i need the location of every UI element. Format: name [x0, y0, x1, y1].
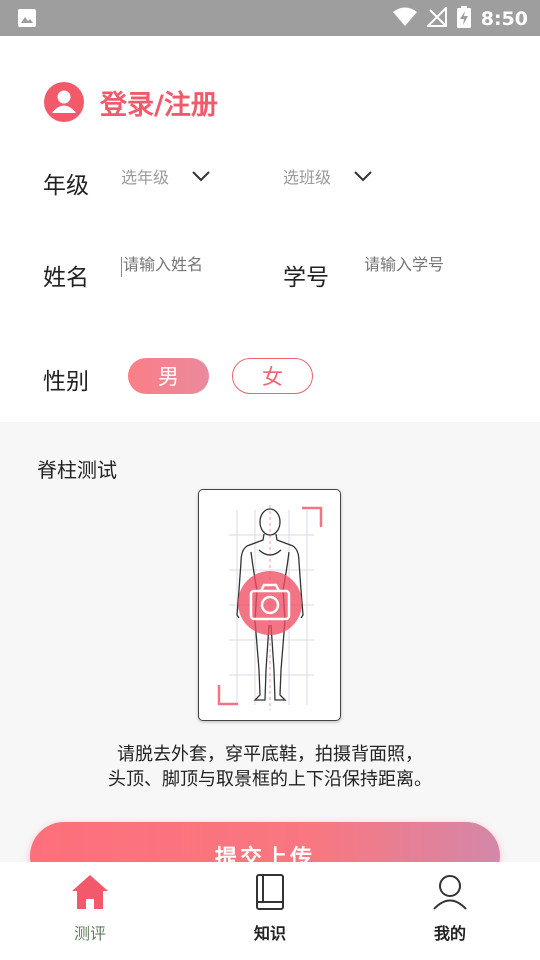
gender-label: 性别 [43, 369, 89, 395]
instructions-line-1: 请脱去外套，穿平底鞋，拍摄背面照， [117, 744, 423, 765]
back-posture-illustration [217, 505, 323, 710]
instructions-line-2: 头顶、脚顶与取景框的上下沿保持距离。 [108, 769, 432, 790]
name-label: 姓名 [43, 265, 89, 291]
app-screen: 8:50 登录/注册 年级 选年级 选班级 姓名 学号 性别 男 女 脊柱测 [0, 0, 540, 960]
nav-label-assessment: 测评 [73, 924, 106, 943]
bottom-nav: 测评 知识 我的 [0, 862, 540, 960]
home-icon [71, 874, 109, 914]
student-id-label: 学号 [283, 265, 329, 291]
avatar-icon [44, 82, 84, 122]
photo-instructions: 请脱去外套，穿平底鞋，拍摄背面照， 头顶、脚顶与取景框的上下沿保持距离。 [0, 742, 540, 792]
spine-test-section: 脊柱测试 请脱去外套，穿平底鞋，拍摄背面照， 头顶、脚顶与取景框的上下沿保持距离… [0, 422, 540, 890]
class-select[interactable]: 选班级 [283, 164, 373, 188]
text-cursor [121, 257, 122, 277]
name-input[interactable] [123, 255, 263, 274]
nav-item-assessment[interactable]: 测评 [0, 862, 180, 960]
grade-select[interactable]: 选年级 [121, 164, 211, 188]
login-register-link[interactable]: 登录/注册 [44, 82, 218, 122]
nav-item-mine[interactable]: 我的 [360, 862, 540, 960]
no-signal-icon [425, 5, 447, 31]
status-bar: 8:50 [0, 0, 540, 36]
nav-item-knowledge[interactable]: 知识 [180, 862, 360, 960]
status-time: 8:50 [480, 8, 528, 30]
gender-female-option[interactable]: 女 [232, 358, 313, 394]
grade-label: 年级 [43, 173, 89, 199]
login-register-text: 登录/注册 [100, 89, 218, 121]
book-icon [255, 874, 285, 914]
photo-capture-frame[interactable] [198, 489, 341, 721]
chevron-down-icon [191, 167, 211, 186]
grade-select-text: 选年级 [121, 168, 170, 187]
chevron-down-icon [353, 167, 373, 186]
nav-label-mine: 我的 [433, 924, 466, 943]
class-select-text: 选班级 [283, 168, 332, 187]
battery-charging-icon [456, 6, 471, 32]
wifi-icon [392, 7, 417, 31]
nav-label-knowledge: 知识 [253, 924, 286, 943]
student-id-input[interactable] [364, 255, 504, 274]
image-icon [17, 8, 37, 32]
spine-test-title: 脊柱测试 [37, 458, 117, 482]
gender-male-option[interactable]: 男 [128, 358, 209, 394]
user-icon [432, 874, 468, 914]
